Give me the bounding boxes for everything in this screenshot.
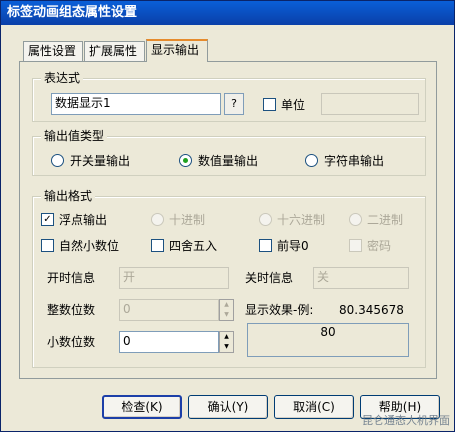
decimal-label: 十进制 xyxy=(169,213,206,227)
off-info-label: 关时信息 xyxy=(245,271,294,285)
window-title: 标签动画组态属性设置 xyxy=(7,5,138,20)
spin-up-icon[interactable]: ▲ xyxy=(220,332,233,342)
on-info-label: 开时信息 xyxy=(47,271,96,285)
hex-label: 十六进制 xyxy=(277,213,326,227)
dec-digits-label: 小数位数 xyxy=(47,335,96,349)
expression-input[interactable]: 数据显示1 xyxy=(51,93,221,115)
title-bar: 标签动画组态属性设置 xyxy=(1,1,454,25)
round-label: 四舍五入 xyxy=(169,239,218,253)
decimal-radio[interactable] xyxy=(151,213,164,226)
binary-label: 二进制 xyxy=(367,213,404,227)
int-digits-label: 整数位数 xyxy=(47,303,96,317)
output-type-group: 输出值类型 开关量输出 数值量输出 字符串输出 xyxy=(32,129,426,176)
unit-label: 单位 xyxy=(281,98,306,112)
spin-up-icon[interactable]: ▲ xyxy=(220,300,233,310)
int-digits-spinner[interactable]: ▲ ▼ xyxy=(219,299,234,321)
watermark: 昆仑通态人机界面 xyxy=(362,412,450,428)
natural-decimal-label: 自然小数位 xyxy=(59,239,120,253)
spin-down-icon[interactable]: ▼ xyxy=(220,310,233,320)
output-format-group: 输出格式 ✓ 浮点输出 十进制 十六进制 二进制 自然小数位 四舍五入 前导0 … xyxy=(32,189,426,368)
dialog-window: 标签动画组态属性设置 属性设置 扩展属性 显示输出 表达式 数据显示1 ? 单位… xyxy=(0,0,455,432)
switch-output-label: 开关量输出 xyxy=(70,154,131,168)
password-label: 密码 xyxy=(367,239,392,253)
spin-down-icon[interactable]: ▼ xyxy=(220,342,233,352)
check-button[interactable]: 检查(K) xyxy=(102,395,182,419)
preview-result-value: 80 xyxy=(320,325,336,339)
dec-digits-spinner[interactable]: ▲ ▼ xyxy=(219,331,234,353)
unit-checkbox[interactable] xyxy=(263,98,276,111)
tab-display-output[interactable]: 显示输出 xyxy=(146,39,208,62)
expression-group: 表达式 数据显示1 ? 单位 xyxy=(32,71,426,122)
preview-result-box: 80 xyxy=(247,323,409,357)
tab-panel: 表达式 数据显示1 ? 单位 输出值类型 开关量输出 数值量输出 字符串输出 输… xyxy=(19,61,437,379)
leading-zero-checkbox[interactable] xyxy=(259,239,272,252)
natural-decimal-checkbox[interactable] xyxy=(41,239,54,252)
preview-example-value: 80.345678 xyxy=(339,303,404,317)
switch-output-radio[interactable] xyxy=(51,154,64,167)
expression-legend: 表达式 xyxy=(41,71,84,85)
expression-browse-button[interactable]: ? xyxy=(224,93,244,115)
preview-label: 显示效果-例: xyxy=(245,303,314,317)
on-info-input[interactable]: 开 xyxy=(119,267,229,289)
binary-radio[interactable] xyxy=(349,213,362,226)
watermark-text: 昆仑通态人机界面 xyxy=(362,414,450,427)
float-output-checkbox[interactable]: ✓ xyxy=(41,213,54,226)
int-digits-input[interactable]: 0 xyxy=(119,299,219,321)
numeric-output-radio[interactable] xyxy=(179,154,192,167)
round-checkbox[interactable] xyxy=(151,239,164,252)
string-output-radio[interactable] xyxy=(305,154,318,167)
string-output-label: 字符串输出 xyxy=(324,154,385,168)
numeric-output-label: 数值量输出 xyxy=(198,154,259,168)
output-type-legend: 输出值类型 xyxy=(41,129,108,143)
dec-digits-input[interactable]: 0 xyxy=(119,331,219,353)
unit-input[interactable] xyxy=(321,93,419,115)
tab-attribute-settings[interactable]: 属性设置 xyxy=(23,41,83,61)
tab-extended-attributes[interactable]: 扩展属性 xyxy=(84,41,145,61)
hex-radio[interactable] xyxy=(259,213,272,226)
leading-zero-label: 前导0 xyxy=(277,239,309,253)
cancel-button[interactable]: 取消(C) xyxy=(274,395,354,419)
password-checkbox[interactable] xyxy=(349,239,362,252)
output-format-legend: 输出格式 xyxy=(41,189,96,203)
float-output-label: 浮点输出 xyxy=(59,213,108,227)
ok-button[interactable]: 确认(Y) xyxy=(188,395,268,419)
off-info-input[interactable]: 关 xyxy=(313,267,409,289)
